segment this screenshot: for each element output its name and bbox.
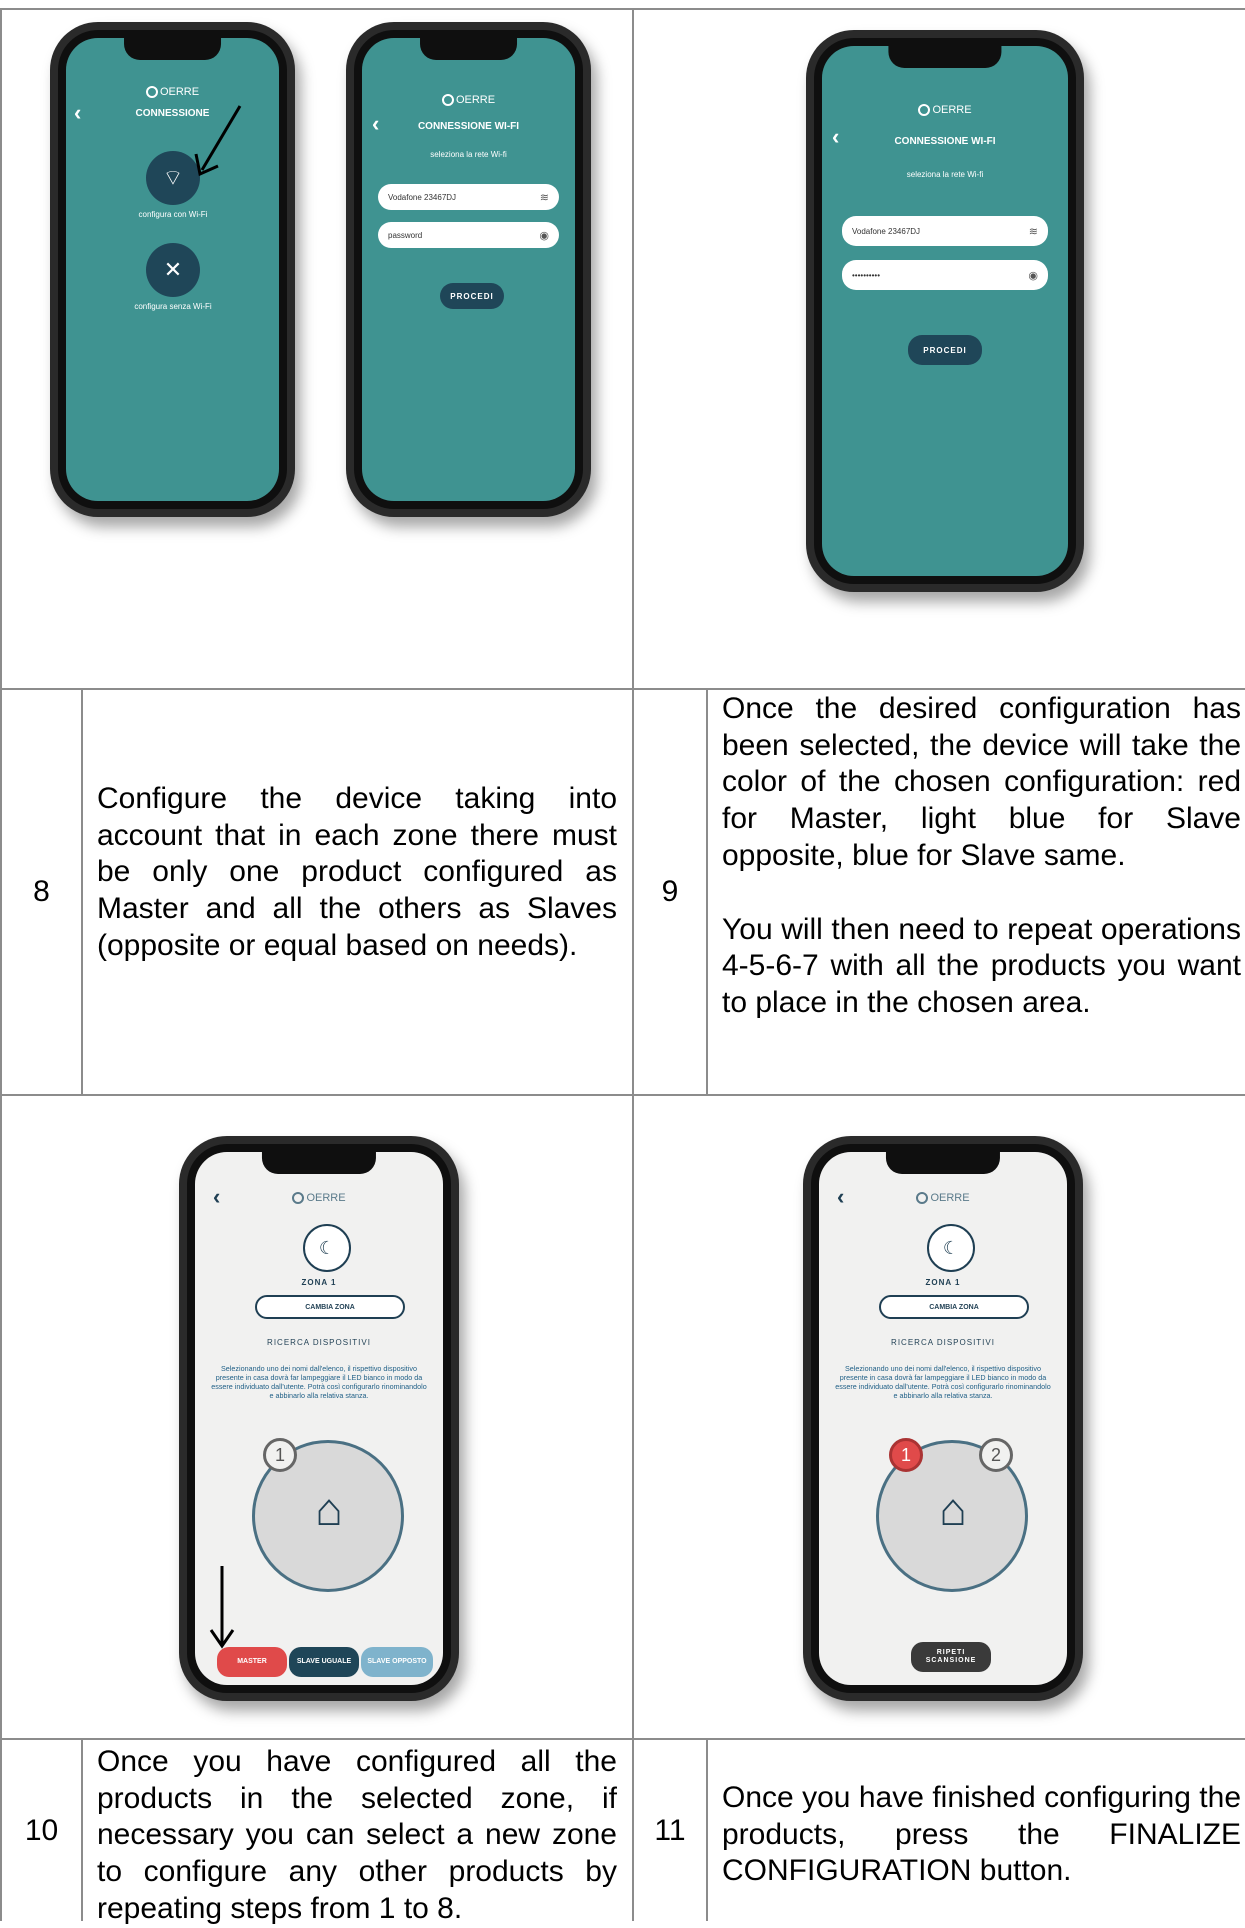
search-devices-title: RICERCA DISPOSITIVI xyxy=(891,1338,995,1347)
screen-title: CONNESSIONE WI-FI xyxy=(417,121,520,132)
wifi-icon: ≋ xyxy=(539,191,549,204)
phone-notch xyxy=(885,1152,1001,1174)
step-text-8: Configure the device taking into account… xyxy=(97,781,617,965)
oerre-logo-icon xyxy=(441,94,454,107)
zone-label: ZONA 1 xyxy=(301,1278,337,1287)
phone-mockup-zone-rescan: ‹ OERRE ☾ ZONA 1 CAMBIA ZONA RICERCA DIS… xyxy=(803,1136,1083,1701)
screen-subtitle: seleziona la rete Wi-fi xyxy=(430,150,507,159)
oerre-logo-icon xyxy=(916,1192,929,1205)
phone-screen: OERRE ‹ CONNESSIONE WI-FI seleziona la r… xyxy=(362,38,575,501)
step-number-8: 8 xyxy=(33,875,50,908)
house-icon: ⌂ xyxy=(315,1483,343,1535)
rescan-button[interactable]: RIPETI SCANSIONE xyxy=(911,1642,991,1672)
network-name: Vodafone 23467DJ xyxy=(852,226,921,236)
no-wifi-config-button[interactable]: ✕ xyxy=(146,243,200,297)
pointer-arrow-icon xyxy=(194,105,242,177)
wifi-icon: ⌔ xyxy=(162,165,184,190)
oerre-logo-icon xyxy=(918,104,931,117)
slave-opposite-button[interactable]: SLAVE OPPOSTO xyxy=(361,1647,433,1677)
row-divider-3 xyxy=(0,1738,1245,1740)
step-9-paragraph-2: You will then need to repeat operations … xyxy=(722,912,1241,1019)
wifi-icon: ≋ xyxy=(1028,225,1038,238)
phone-notch xyxy=(419,38,518,60)
procedi-button[interactable]: PROCEDI xyxy=(908,335,982,365)
brand-name: OERRE xyxy=(932,104,972,116)
zone-label: ZONA 1 xyxy=(925,1278,961,1287)
change-zone-button[interactable]: CAMBIA ZONA xyxy=(879,1295,1029,1319)
slave-same-button[interactable]: SLAVE UGUALE xyxy=(289,1647,359,1677)
password-placeholder: password xyxy=(388,230,423,240)
device-badge-1-master[interactable]: 1 xyxy=(889,1438,923,1472)
sleep-zone-icon: ☾ xyxy=(303,1224,351,1272)
eye-icon[interactable]: ◉ xyxy=(539,229,549,242)
network-field[interactable]: Vodafone 23467DJ ≋ xyxy=(378,184,559,210)
password-value: •••••••••• xyxy=(852,270,881,280)
phone-screen: OERRE ‹ CONNESSIONE WI-FI seleziona la r… xyxy=(822,46,1068,576)
wifi-off-icon: ✕ xyxy=(163,257,183,282)
password-field[interactable]: password ◉ xyxy=(378,222,559,248)
brand-name: OERRE xyxy=(159,86,200,98)
brand-logo: OERRE xyxy=(822,104,1068,117)
wifi-config-label: configura con Wi-Fi xyxy=(138,210,208,219)
brand-logo: OERRE xyxy=(66,86,279,99)
step-8-paragraph: Configure the device taking into account… xyxy=(97,782,617,962)
num-col-divider-9 xyxy=(706,688,708,1095)
step-text-11: Once you have finished configuring the p… xyxy=(722,1780,1241,1890)
step-text-9: Once the desired configuration has been … xyxy=(722,691,1241,1022)
brand-logo: OERRE xyxy=(195,1192,443,1205)
instruction-table: OERRE ‹ CONNESSIONE ⌔ configura con Wi-F… xyxy=(0,0,1245,1925)
network-name: Vodafone 23467DJ xyxy=(388,192,457,202)
brand-logo: OERRE xyxy=(362,94,575,107)
brand-logo: OERRE xyxy=(819,1192,1067,1205)
house-icon: ⌂ xyxy=(939,1483,967,1535)
search-description: Selezionando uno dei nomi dall'elenco, i… xyxy=(211,1364,427,1400)
down-arrow-icon xyxy=(209,1566,235,1649)
step-number-11: 11 xyxy=(654,1813,686,1847)
row-divider-2 xyxy=(0,1094,1245,1096)
screen-title: CONNESSIONE WI-FI xyxy=(894,136,996,147)
oerre-logo-icon xyxy=(292,1192,305,1205)
device-badge-2[interactable]: 2 xyxy=(979,1438,1013,1472)
step-10-paragraph: Once you have configured all the product… xyxy=(97,1745,617,1925)
step-text-10: Once you have configured all the product… xyxy=(97,1744,617,1928)
step-11-paragraph: Once you have finished configuring the p… xyxy=(722,1781,1241,1888)
search-description: Selezionando uno dei nomi dall'elenco, i… xyxy=(835,1364,1051,1400)
eye-icon[interactable]: ◉ xyxy=(1028,269,1038,282)
master-button[interactable]: MASTER xyxy=(217,1647,287,1677)
num-col-divider-8 xyxy=(81,688,83,1095)
oerre-logo-icon xyxy=(145,86,158,99)
table-border-top xyxy=(0,8,1245,10)
num-col-divider-10 xyxy=(81,1738,83,1921)
phone-notch xyxy=(888,46,1002,68)
brand-name: OERRE xyxy=(930,1192,970,1204)
screen-subtitle: seleziona la rete Wi-fi xyxy=(906,170,984,179)
step-number-10: 10 xyxy=(24,1813,59,1847)
no-wifi-config-label: configura senza Wi-Fi xyxy=(134,302,212,311)
row-divider-1 xyxy=(0,688,1245,690)
phone-mockup-connection: OERRE ‹ CONNESSIONE ⌔ configura con Wi-F… xyxy=(50,22,295,517)
search-devices-title: RICERCA DISPOSITIVI xyxy=(267,1338,371,1347)
procedi-button[interactable]: PROCEDI xyxy=(440,283,504,309)
phone-mockup-wifi-empty: OERRE ‹ CONNESSIONE WI-FI seleziona la r… xyxy=(346,22,591,517)
brand-name: OERRE xyxy=(306,1192,346,1204)
change-zone-button[interactable]: CAMBIA ZONA xyxy=(255,1295,405,1319)
phone-notch xyxy=(123,38,222,60)
device-badge-1[interactable]: 1 xyxy=(263,1438,297,1472)
num-col-divider-11 xyxy=(706,1738,708,1921)
phone-notch xyxy=(261,1152,377,1174)
step-9-paragraph-1: Once the desired configuration has been … xyxy=(722,692,1241,872)
phone-mockup-zone-config: ‹ OERRE ☾ ZONA 1 CAMBIA ZONA RICERCA DIS… xyxy=(179,1136,459,1701)
phone-mockup-wifi-filled: OERRE ‹ CONNESSIONE WI-FI seleziona la r… xyxy=(806,30,1084,592)
step-number-9: 9 xyxy=(661,875,679,908)
sleep-zone-icon: ☾ xyxy=(927,1224,975,1272)
phone-screen: ‹ OERRE ☾ ZONA 1 CAMBIA ZONA RICERCA DIS… xyxy=(819,1152,1067,1685)
password-field[interactable]: •••••••••• ◉ xyxy=(842,260,1048,290)
network-field[interactable]: Vodafone 23467DJ ≋ xyxy=(842,216,1048,246)
brand-name: OERRE xyxy=(455,94,496,106)
